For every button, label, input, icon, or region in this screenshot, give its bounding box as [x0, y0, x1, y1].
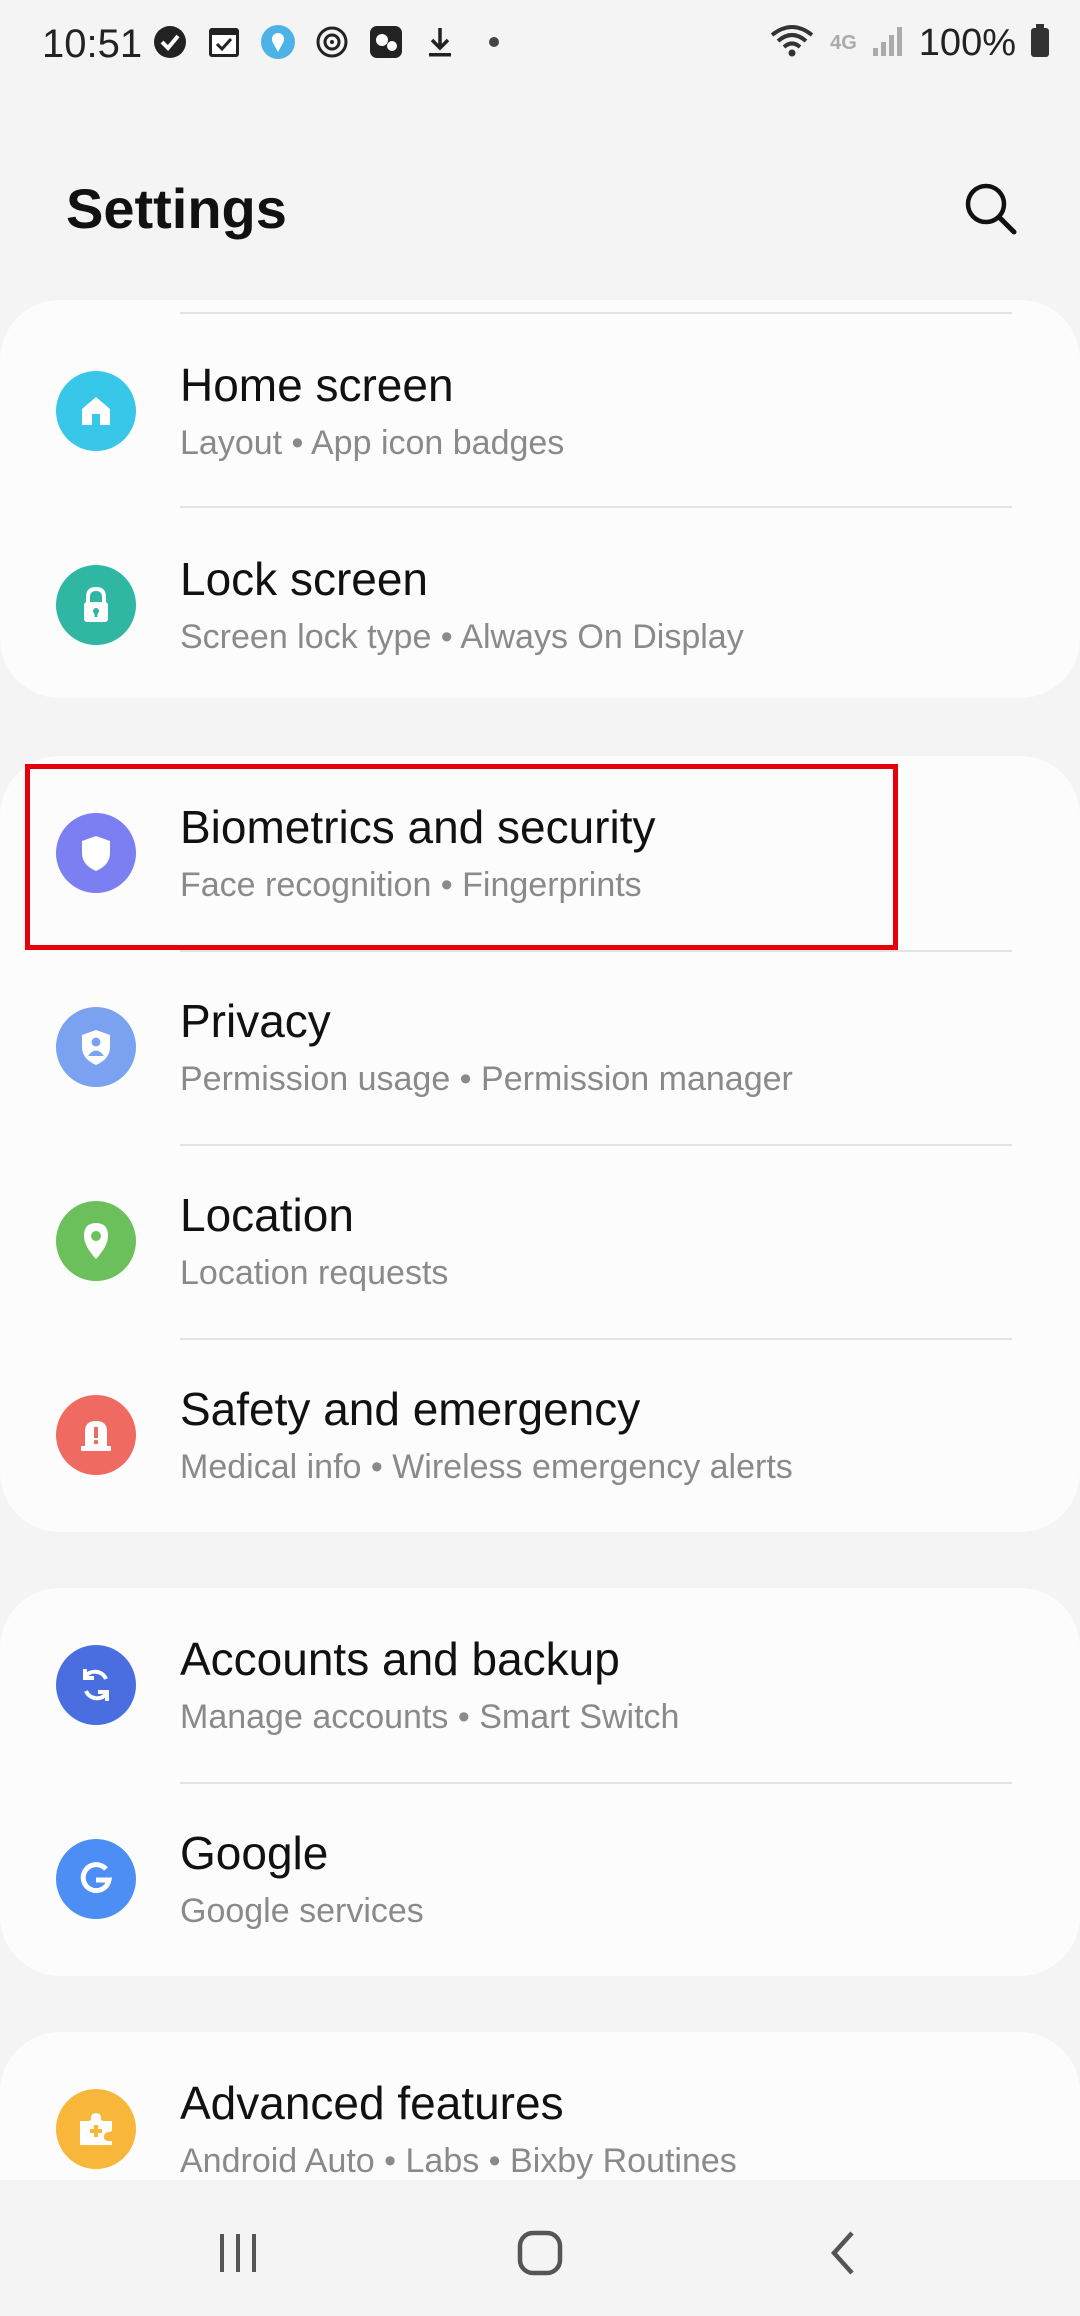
back-button[interactable] — [784, 2218, 904, 2288]
signal-icon — [871, 24, 905, 63]
settings-item-accounts-and-backup[interactable]: Accounts and backup Manage accounts • Sm… — [0, 1588, 1080, 1782]
settings-group-accounts: Accounts and backup Manage accounts • Sm… — [0, 1588, 1080, 1976]
privacy-shield-icon — [56, 1007, 136, 1087]
siren-icon — [56, 1395, 136, 1475]
lock-icon — [56, 565, 136, 645]
item-subtitle: Medical info • Wireless emergency alerts — [180, 1448, 793, 1486]
item-title: Privacy — [180, 995, 331, 1047]
item-subtitle: Android Auto • Labs • Bixby Routines — [180, 2142, 737, 2180]
status-bar: 10:51 4G 100% — [0, 0, 1080, 92]
location-pin-icon — [56, 1201, 136, 1281]
more-dot-icon — [476, 24, 512, 60]
item-title: Advanced features — [180, 2077, 564, 2129]
search-button[interactable] — [958, 176, 1024, 242]
settings-group-display: Home screen Layout • App icon badges Loc… — [0, 300, 1080, 698]
home-icon — [56, 371, 136, 451]
battery-percent: 100% — [918, 22, 1016, 64]
item-title: Lock screen — [180, 553, 429, 605]
search-icon — [965, 183, 1017, 235]
target-icon — [314, 24, 350, 60]
recent-apps-button[interactable] — [178, 2218, 298, 2288]
page-title: Settings — [66, 177, 287, 240]
app-badge-icon — [368, 24, 404, 60]
calendar-check-icon — [206, 24, 242, 60]
home-nav-icon — [517, 2230, 563, 2276]
highlight-box — [25, 764, 898, 950]
navigation-bar — [0, 2180, 1080, 2316]
settings-group-advanced: Advanced features Android Auto • Labs • … — [0, 2032, 1080, 2180]
wifi-icon — [768, 23, 816, 64]
sync-icon — [56, 1645, 136, 1725]
item-subtitle: Layout • App icon badges — [180, 424, 565, 462]
item-title: Accounts and backup — [180, 1633, 620, 1685]
settings-item-location[interactable]: Location Location requests — [0, 1144, 1080, 1338]
check-badge-icon — [152, 24, 188, 60]
item-title: Location — [180, 1189, 354, 1241]
home-button[interactable] — [480, 2218, 600, 2288]
item-subtitle: Manage accounts • Smart Switch — [180, 1698, 680, 1736]
item-subtitle: Location requests — [180, 1254, 449, 1292]
puzzle-icon — [56, 2089, 136, 2169]
status-time: 10:51 — [42, 22, 143, 66]
item-title: Google — [180, 1827, 329, 1879]
settings-item-home-screen[interactable]: Home screen Layout • App icon badges — [0, 314, 1080, 508]
settings-item-advanced-features[interactable]: Advanced features Android Auto • Labs • … — [0, 2032, 1080, 2180]
item-subtitle: Permission usage • Permission manager — [180, 1060, 793, 1098]
settings-item-lock-screen[interactable]: Lock screen Screen lock type • Always On… — [0, 508, 1080, 698]
item-title: Home screen — [180, 359, 454, 411]
location-badge-icon — [260, 24, 296, 60]
settings-item-privacy[interactable]: Privacy Permission usage • Permission ma… — [0, 950, 1080, 1144]
recent-apps-icon — [220, 2234, 256, 2272]
item-subtitle: Screen lock type • Always On Display — [180, 618, 744, 656]
download-icon — [422, 24, 458, 60]
item-title: Safety and emergency — [180, 1383, 641, 1435]
settings-item-safety-and-emergency[interactable]: Safety and emergency Medical info • Wire… — [0, 1338, 1080, 1532]
back-icon — [830, 2231, 854, 2275]
settings-item-google[interactable]: Google Google services — [0, 1782, 1080, 1976]
item-subtitle: Google services — [180, 1892, 424, 1930]
google-icon — [56, 1839, 136, 1919]
notification-icons — [152, 24, 512, 60]
battery-icon — [1030, 24, 1050, 63]
network-type-label: 4G — [830, 32, 857, 54]
